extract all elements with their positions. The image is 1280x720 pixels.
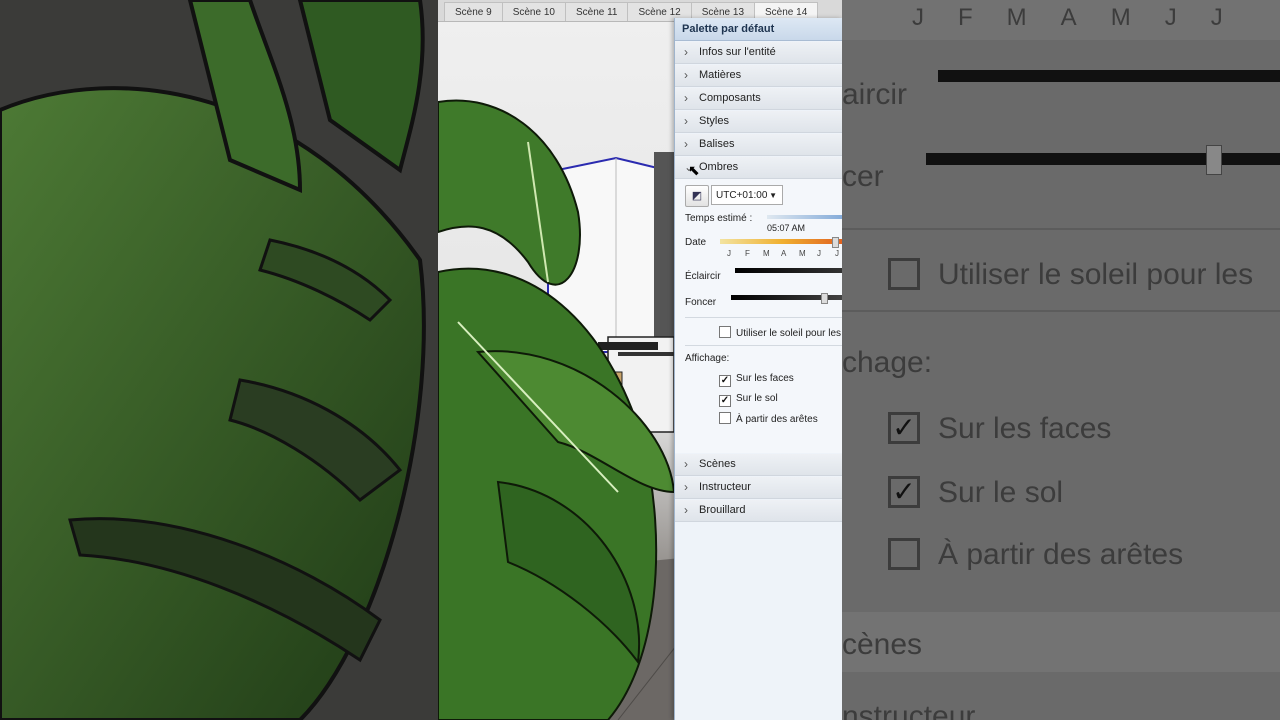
section-label: Matières: [699, 69, 742, 81]
darken-slider-thumb[interactable]: [821, 293, 829, 304]
option-label: Sur les faces: [736, 373, 794, 384]
chevron-right-icon: ›: [684, 503, 688, 517]
date-slider-thumb[interactable]: [832, 237, 839, 248]
chevron-right-icon: ›: [684, 45, 688, 59]
time-value: 05:07 AM: [767, 223, 806, 233]
zoom-scenes: cènes: [842, 628, 923, 661]
divider: [685, 317, 843, 318]
left-blur-backdrop: [0, 0, 438, 720]
shadows-settings: ◩ UTC+01:00 ▼ Temps estimé : 05:07 AM Da…: [675, 179, 843, 453]
zoom-check-icon: ✓: [888, 476, 920, 508]
zoom-option: Sur les faces: [938, 412, 1112, 445]
section-label: Ombres: [699, 161, 739, 173]
month-tick: J: [817, 249, 821, 258]
edges-checkbox[interactable]: [719, 412, 731, 424]
tab-scene-11[interactable]: Scène 11: [564, 2, 629, 21]
zoom-display: chage:: [842, 346, 933, 379]
section-label: Composants: [699, 92, 761, 104]
zoom-month: M: [1110, 4, 1131, 31]
dropdown-caret-icon: ▼: [769, 191, 777, 200]
darken-label: Foncer: [685, 297, 717, 308]
right-blur-backdrop: J F M A M J J aircir cer Utiliser le sol…: [842, 0, 1280, 720]
chevron-right-icon: ›: [684, 480, 688, 494]
date-label: Date: [685, 237, 707, 248]
monstera-leaf-closeup: [0, 0, 438, 720]
month-tick: F: [745, 249, 750, 258]
ground-checkbox[interactable]: ✓: [719, 395, 731, 407]
zoom-option: Sur le sol: [938, 476, 1064, 509]
shadow-icon: ◩: [691, 190, 703, 202]
section-components[interactable]: › Composants: [675, 88, 843, 110]
month-tick: J: [727, 249, 731, 258]
section-scenes[interactable]: › Scènes: [675, 454, 843, 476]
zoom-darken: cer: [842, 160, 884, 193]
use-sun-checkbox[interactable]: [719, 326, 731, 338]
zoom-option: À partir des arêtes: [938, 538, 1184, 571]
divider: [685, 345, 843, 346]
section-label: Scènes: [699, 458, 736, 470]
toggle-shadows-button[interactable]: ◩: [685, 185, 709, 207]
time-slider[interactable]: [767, 215, 843, 219]
zoom-check-icon: ✓: [888, 412, 920, 444]
panel-title: Palette par défaut: [675, 18, 843, 41]
section-label: Infos sur l'entité: [699, 46, 776, 58]
display-option-faces[interactable]: ✓ Sur les faces: [719, 373, 794, 387]
default-tray-panel: Palette par défaut › Infos sur l'entité …: [674, 18, 843, 720]
chevron-right-icon: ›: [684, 68, 688, 82]
chevron-right-icon: ›: [684, 91, 688, 105]
tab-scene-9[interactable]: Scène 9: [444, 2, 503, 21]
month-tick: M: [799, 249, 806, 258]
time-label: Temps estimé :: [685, 213, 753, 224]
zoom-month: J: [1210, 4, 1223, 31]
zoom-instructor: nstructeur: [842, 700, 976, 720]
chevron-right-icon: ›: [684, 114, 688, 128]
section-label: Styles: [699, 115, 729, 127]
zoom-lighten-bar: [938, 70, 1280, 82]
zoom-month: M: [1006, 4, 1027, 31]
section-label: Instructeur: [699, 481, 751, 493]
zoom-checkbox: [888, 258, 920, 290]
section-label: Balises: [699, 138, 735, 150]
section-materials[interactable]: › Matières: [675, 65, 843, 87]
timezone-select[interactable]: UTC+01:00 ▼: [711, 185, 783, 205]
section-entity-info[interactable]: › Infos sur l'entité: [675, 42, 843, 64]
zoom-month: A: [1060, 4, 1077, 31]
month-tick: A: [781, 249, 787, 258]
section-instructor[interactable]: › Instructeur: [675, 477, 843, 499]
zoom-lighten: aircir: [842, 78, 907, 111]
lighten-label: Éclaircir: [685, 271, 721, 282]
zoom-month: J: [912, 4, 924, 31]
chevron-right-icon: ›: [684, 457, 688, 471]
section-tags[interactable]: › Balises: [675, 134, 843, 156]
divider: [842, 228, 1280, 230]
display-option-edges[interactable]: À partir des arêtes: [719, 412, 818, 425]
tab-scene-10[interactable]: Scène 10: [501, 2, 566, 21]
mouse-cursor-icon: ⬉: [688, 162, 700, 178]
zoom-month: F: [958, 4, 973, 31]
timezone-value: UTC+01:00: [716, 190, 768, 201]
zoom-months: J F M A M J J: [842, 0, 1280, 40]
option-label: Sur le sol: [736, 393, 778, 404]
section-label: Brouillard: [699, 504, 746, 516]
use-sun-label: Utiliser le soleil pour les: [736, 328, 842, 339]
section-fog[interactable]: › Brouillard: [675, 500, 843, 522]
chevron-right-icon: ›: [684, 137, 688, 151]
zoom-checkbox: [888, 538, 920, 570]
use-sun-row[interactable]: Utiliser le soleil pour les: [719, 326, 841, 339]
display-label: Affichage:: [685, 353, 730, 364]
lighten-slider[interactable]: [735, 268, 843, 273]
zoom-use-sun: Utiliser le soleil pour les: [938, 258, 1254, 291]
month-tick: M: [763, 249, 770, 258]
zoom-darken-bar: [926, 153, 1280, 165]
display-option-ground[interactable]: ✓ Sur le sol: [719, 393, 778, 407]
faces-checkbox[interactable]: ✓: [719, 375, 731, 387]
section-shadows[interactable]: ⌄ Ombres: [675, 157, 843, 179]
date-slider[interactable]: [720, 239, 843, 244]
section-styles[interactable]: › Styles: [675, 111, 843, 133]
zoom-month: J: [1164, 4, 1177, 31]
option-label: À partir des arêtes: [736, 414, 818, 425]
zoom-darken-thumb: [1206, 145, 1222, 175]
divider: [842, 310, 1280, 312]
date-month-ticks: J F M A M J J: [727, 249, 843, 258]
